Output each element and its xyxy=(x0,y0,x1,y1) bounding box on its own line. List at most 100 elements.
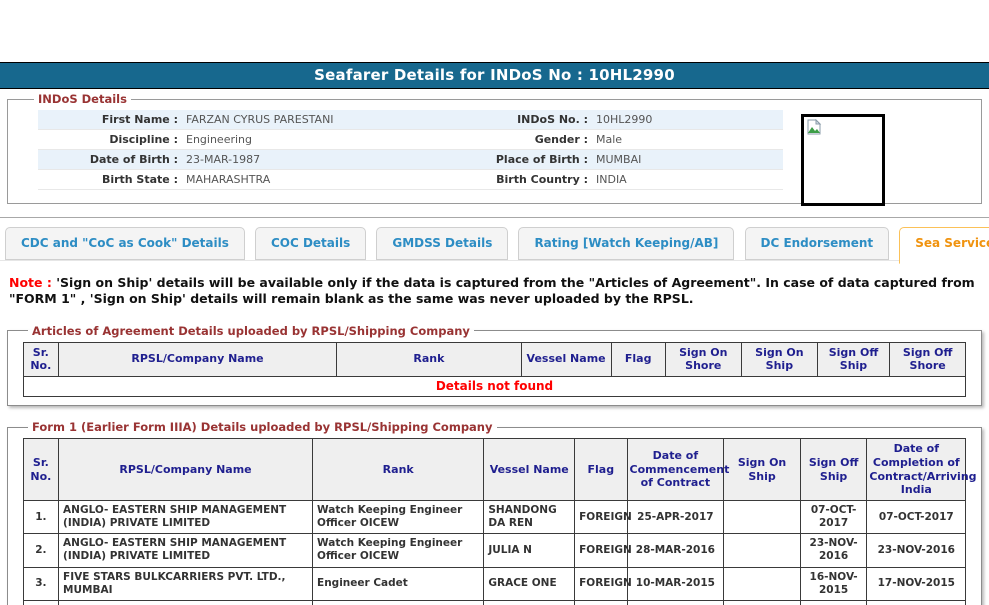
cell-date-completion: 23-NOV-2016 xyxy=(867,534,966,567)
gender-label: Gender : xyxy=(468,133,588,146)
articles-legend: Articles of Agreement Details uploaded b… xyxy=(28,324,474,338)
cell-vessel: GRACE ONE xyxy=(484,567,575,600)
page-title: Seafarer Details for INDoS No : 10HL2990 xyxy=(0,62,989,89)
form1-legend: Form 1 (Earlier Form IIIA) Details uploa… xyxy=(28,420,497,434)
indos-no-label: INDoS No. : xyxy=(468,113,588,126)
col-sign-off-ship: Sign Off Ship xyxy=(800,439,867,501)
cell-flag: FOREIGN xyxy=(575,567,627,600)
sign-on-ship-note: Note : 'Sign on Ship' details will be av… xyxy=(9,275,980,308)
tab-coc-details[interactable]: COC Details xyxy=(255,227,366,260)
col-flag: Flag xyxy=(611,342,665,377)
form1-table: Sr. No. RPSL/Company Name Rank Vessel Na… xyxy=(23,438,966,605)
cell-date-commencement: 28-MAR-2016 xyxy=(627,534,724,567)
col-sign-on-ship: Sign On Ship xyxy=(741,342,817,377)
cell-sign-on-ship xyxy=(724,567,801,600)
date-of-birth-label: Date of Birth : xyxy=(38,153,178,166)
col-flag: Flag xyxy=(575,439,627,501)
cell-company: FIVE STARS BULKCARRIERS PVT. LTD., MUMBA… xyxy=(59,567,313,600)
cell-flag: FOREIGN xyxy=(575,600,627,605)
cell-rank: Engineer Cadet xyxy=(313,567,484,600)
cell-company: ANGLO- EASTERN SHIP MANAGEMENT (INDIA) P… xyxy=(59,534,313,567)
form1-header-row: Sr. No. RPSL/Company Name Rank Vessel Na… xyxy=(23,439,965,501)
seafarer-photo-placeholder xyxy=(801,114,885,206)
col-sign-off-ship: Sign Off Ship xyxy=(817,342,889,377)
articles-of-agreement-section: Articles of Agreement Details uploaded b… xyxy=(7,324,982,407)
cell-sign-off-ship: 07-OCT-2017 xyxy=(800,501,867,534)
table-row: 2. ANGLO- EASTERN SHIP MANAGEMENT (INDIA… xyxy=(23,534,965,567)
cell-sign-off-ship: 06-MAY-2014 xyxy=(800,600,867,605)
indos-details-legend: INDoS Details xyxy=(34,92,131,106)
cell-date-completion: 07-OCT-2017 xyxy=(867,501,966,534)
broken-image-icon xyxy=(806,119,822,135)
section-divider xyxy=(0,217,989,218)
birth-state-label: Birth State : xyxy=(38,173,178,186)
tab-gmdss-details[interactable]: GMDSS Details xyxy=(376,227,508,260)
col-rank: Rank xyxy=(313,439,484,501)
note-text: 'Sign on Ship' details will be available… xyxy=(9,275,975,306)
cell-sr-no: 4. xyxy=(23,600,58,605)
col-company: RPSL/Company Name xyxy=(59,439,313,501)
field-row: Date of Birth : 23-MAR-1987 Place of Bir… xyxy=(38,150,783,170)
cell-sign-off-ship: 23-NOV-2016 xyxy=(800,534,867,567)
articles-table: Sr. No. RPSL/Company Name Rank Vessel Na… xyxy=(23,342,966,398)
cell-company: ANGLO- EASTERN SHIP MANAGEMENT (INDIA) P… xyxy=(59,501,313,534)
details-not-found-row: Details not found xyxy=(23,377,965,397)
col-sign-on-ship: Sign On Ship xyxy=(724,439,801,501)
field-row: Birth State : MAHARASHTRA Birth Country … xyxy=(38,170,783,190)
col-date-commencement: Date of Commencement of Contract xyxy=(627,439,724,501)
gender-value: Male xyxy=(588,133,783,146)
birth-country-value: INDIA xyxy=(588,173,783,186)
date-of-birth-value: 23-MAR-1987 xyxy=(178,153,468,166)
cell-sr-no: 1. xyxy=(23,501,58,534)
cell-sr-no: 2. xyxy=(23,534,58,567)
col-sr-no: Sr. No. xyxy=(23,439,58,501)
cell-date-commencement: 10-MAR-2015 xyxy=(627,567,724,600)
tab-cdc-coc-as-cook-details[interactable]: CDC and "CoC as Cook" Details xyxy=(5,227,245,260)
col-sign-off-shore: Sign Off Shore xyxy=(890,342,966,377)
indos-no-value: 10HL2990 xyxy=(588,113,783,126)
col-sign-on-shore: Sign On Shore xyxy=(665,342,741,377)
col-vessel: Vessel Name xyxy=(521,342,611,377)
col-vessel: Vessel Name xyxy=(484,439,575,501)
cell-company: FIVE STARS BULKCARRIERS PVT. LTD., MUMBA… xyxy=(59,600,313,605)
col-company: RPSL/Company Name xyxy=(58,342,336,377)
indos-field-rows: First Name : FARZAN CYRUS PARESTANI INDo… xyxy=(38,110,783,190)
discipline-label: Discipline : xyxy=(38,133,178,146)
first-name-value: FARZAN CYRUS PARESTANI xyxy=(178,113,468,126)
note-prefix: Note : xyxy=(9,275,52,290)
birth-country-label: Birth Country : xyxy=(468,173,588,186)
cell-rank: Watch Keeping Engineer Officer OICEW xyxy=(313,501,484,534)
cell-date-commencement: 14-JUN-2013 xyxy=(627,600,724,605)
cell-sign-on-ship xyxy=(724,600,801,605)
cell-rank: Watch Keeping Engineer Officer OICEW xyxy=(313,534,484,567)
place-of-birth-label: Place of Birth : xyxy=(468,153,588,166)
cell-flag: FOREIGN xyxy=(575,534,627,567)
details-not-found-message: Details not found xyxy=(23,377,965,397)
field-row: Discipline : Engineering Gender : Male xyxy=(38,130,783,150)
tab-sea-service-details[interactable]: Sea Service Details xyxy=(899,227,989,264)
cell-vessel: JULIA N xyxy=(484,534,575,567)
birth-state-value: MAHARASHTRA xyxy=(178,173,468,186)
table-row: 4. FIVE STARS BULKCARRIERS PVT. LTD., MU… xyxy=(23,600,965,605)
col-sr-no: Sr. No. xyxy=(23,342,58,377)
col-date-completion: Date of Completion of Contract/Arriving … xyxy=(867,439,966,501)
cell-sign-off-ship: 16-NOV-2015 xyxy=(800,567,867,600)
cell-date-completion: 17-NOV-2015 xyxy=(867,567,966,600)
first-name-label: First Name : xyxy=(38,113,178,126)
cell-date-completion xyxy=(867,600,966,605)
cell-vessel: GLORY ONE xyxy=(484,600,575,605)
cell-vessel: SHANDONG DA REN xyxy=(484,501,575,534)
discipline-value: Engineering xyxy=(178,133,468,146)
articles-header-row: Sr. No. RPSL/Company Name Rank Vessel Na… xyxy=(23,342,965,377)
col-rank: Rank xyxy=(337,342,521,377)
tab-dc-endorsement[interactable]: DC Endorsement xyxy=(745,227,890,260)
cell-sign-on-ship xyxy=(724,534,801,567)
tab-rating-watch-keeping-ab[interactable]: Rating [Watch Keeping/AB] xyxy=(518,227,734,260)
cell-sr-no: 3. xyxy=(23,567,58,600)
tab-bar: CDC and "CoC as Cook" Details COC Detail… xyxy=(0,227,989,261)
cell-sign-on-ship xyxy=(724,501,801,534)
form1-section: Form 1 (Earlier Form IIIA) Details uploa… xyxy=(7,420,982,605)
top-whitespace xyxy=(0,0,989,62)
indos-details-section: INDoS Details First Name : FARZAN CYRUS … xyxy=(7,92,982,204)
cell-rank: Engineer Cadet xyxy=(313,600,484,605)
